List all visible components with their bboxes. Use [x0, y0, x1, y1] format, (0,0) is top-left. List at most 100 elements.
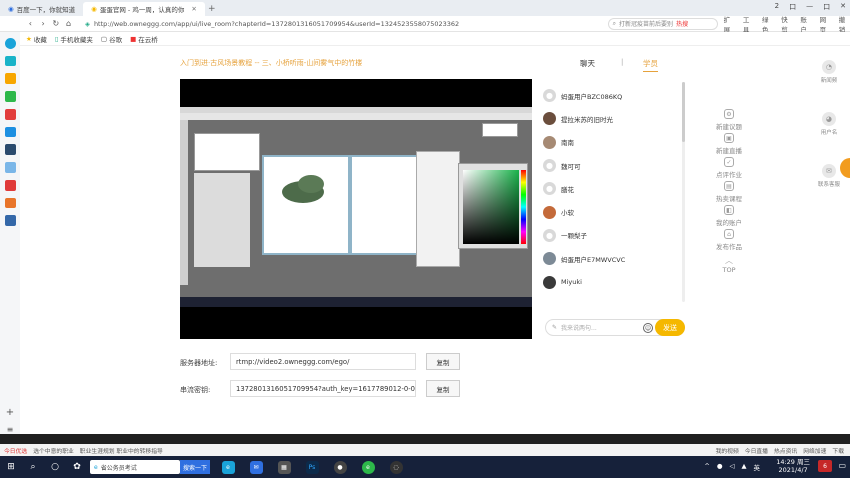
emoji-icon[interactable]: ☺: [643, 323, 653, 333]
search-icon[interactable]: ⌕: [22, 456, 44, 478]
sidebar-app-icon-6[interactable]: [4, 144, 16, 156]
undo-icon[interactable]: 撤销: [839, 14, 850, 34]
status-career-guide[interactable]: 职业生涯规划 职业中的转移指导: [80, 446, 163, 455]
pencil-icon: ✎: [552, 324, 558, 331]
green-icon[interactable]: 绿色: [762, 14, 773, 34]
menu-my-account[interactable]: ◧ 我的账户: [716, 204, 742, 228]
top-arrow-icon: ︿: [724, 255, 733, 265]
browser-logo-icon[interactable]: [4, 38, 16, 49]
menu-review-homework[interactable]: ✓ 点评作业: [716, 156, 742, 180]
cut-icon[interactable]: 快剪: [781, 14, 792, 34]
taskbar-search-input[interactable]: e 省公务员考试: [90, 460, 180, 474]
back-to-top-button[interactable]: ︿ TOP: [722, 252, 735, 276]
avatar: [543, 205, 556, 219]
status-net-accel[interactable]: 网络加速: [803, 446, 826, 455]
taskbar-browser[interactable]: e: [358, 457, 378, 477]
tree-drawing-2: [298, 175, 324, 193]
fan-icon[interactable]: ✿: [66, 456, 88, 478]
tray-network-icon[interactable]: ▲: [742, 462, 747, 472]
status-hot-news[interactable]: 热点资讯: [774, 446, 797, 455]
taskbar-edge[interactable]: e: [218, 457, 238, 477]
bookmark-cloud[interactable]: ■ 在云桥: [130, 34, 158, 44]
forward-icon[interactable]: ›: [37, 19, 50, 28]
list-item: ● 魏可可: [543, 154, 683, 177]
taskbar-media[interactable]: ●: [330, 457, 350, 477]
action-center-icon[interactable]: ▭: [838, 461, 846, 470]
send-button[interactable]: 发送: [655, 319, 685, 336]
tray-volume-icon[interactable]: ◁: [730, 462, 735, 472]
tab-owneggg[interactable]: ◉ 蛋蛋官网 - 鸡一周，认真的你 ✕: [83, 2, 205, 16]
sidebar-app-icon-10[interactable]: [4, 215, 16, 227]
tab-baidu[interactable]: ◉ 百度一下，你就知道: [0, 2, 83, 16]
browser-tab-bar: ◉ 百度一下，你就知道 ◉ 蛋蛋官网 - 鸡一周，认真的你 ✕ + 2 口 — …: [0, 0, 850, 16]
stream-key-field[interactable]: 1372801316051709954?auth_key=1617789012-…: [230, 380, 416, 397]
sidebar-app-icon-8[interactable]: [4, 179, 16, 191]
news-button[interactable]: ◔ 新闻频: [821, 60, 837, 84]
tab-count-icon[interactable]: 2: [775, 2, 779, 12]
student-list: ● 蚂蛋用户BZC086KQ 提拉米苏的旧时光 南南 ● 魏可可 ● 膳花 小软 ● 一…: [543, 84, 683, 294]
scrollbar-thumb[interactable]: [682, 82, 685, 142]
taskbar-search-button[interactable]: 搜索一下: [180, 460, 210, 474]
taskbar-photoshop[interactable]: Ps: [302, 457, 322, 477]
home-icon[interactable]: ⌂: [62, 19, 75, 28]
status-live-today[interactable]: 今日直播: [745, 446, 768, 455]
taskbar-clock[interactable]: 14:29 周三 2021/4/7: [776, 458, 810, 474]
status-my-video[interactable]: 我的视频: [716, 446, 739, 455]
sidebar-app-icon-2[interactable]: [4, 73, 16, 85]
start-button[interactable]: ⊞: [0, 456, 22, 478]
tab-chat[interactable]: 聊天: [580, 58, 595, 69]
bookmark-favorites[interactable]: ★ 收藏: [26, 34, 47, 44]
tools-icon[interactable]: 工具: [743, 14, 754, 34]
new-tab-button[interactable]: +: [205, 2, 219, 16]
restore-icon[interactable]: 口: [789, 2, 796, 12]
maximize-icon[interactable]: 口: [823, 2, 830, 12]
minimize-icon[interactable]: —: [806, 2, 813, 12]
sidebar-app-icon-3[interactable]: [4, 91, 16, 102]
taskbar-mail[interactable]: ✉: [246, 457, 266, 477]
grid-icon[interactable]: 网页: [820, 14, 831, 34]
account-icon[interactable]: 账户: [800, 14, 811, 34]
menu-icon[interactable]: ≡: [7, 425, 14, 434]
status-career[interactable]: 选个中意的职业: [33, 446, 74, 455]
tray-up-icon[interactable]: ^: [704, 462, 709, 472]
avatar: ●: [543, 182, 556, 196]
ps-canvas-right: [350, 155, 418, 255]
tab-students[interactable]: 学员: [643, 58, 658, 72]
window-controls: 2 口 — 口 ✕: [775, 2, 846, 12]
taskbar-store[interactable]: ▦: [274, 457, 294, 477]
close-window-icon[interactable]: ✕: [840, 2, 846, 12]
task-view-icon[interactable]: ○: [44, 456, 66, 478]
user-icon: ◕: [821, 112, 836, 126]
sidebar-app-icon-4[interactable]: [4, 108, 16, 120]
status-download[interactable]: 下载: [832, 446, 844, 455]
bookmark-google[interactable]: ▢ 谷歌: [101, 34, 122, 44]
notification-badge[interactable]: 6: [818, 460, 832, 472]
sidebar-app-icon-5[interactable]: [4, 126, 16, 138]
url-field[interactable]: ◈ http://web.owneggg.com/app/ui/live_roo…: [85, 18, 608, 30]
copy-address-button[interactable]: 复制: [426, 353, 460, 370]
menu-new-topic[interactable]: ⚙ 新建议题: [716, 108, 742, 132]
tray-ime-indicator[interactable]: 英: [754, 462, 761, 472]
add-sidebar-icon[interactable]: +: [6, 407, 14, 418]
list-item: ● 蚂蛋用户BZC086KQ: [543, 84, 683, 107]
taskbar-app[interactable]: ◌: [386, 457, 406, 477]
status-today-picks[interactable]: 今日优选: [4, 446, 27, 455]
tray-wechat-icon[interactable]: ●: [717, 462, 723, 472]
sidebar-app-icon-7[interactable]: [4, 162, 16, 173]
extension-icon[interactable]: 扩展: [724, 14, 735, 34]
copy-key-button[interactable]: 复制: [426, 380, 460, 397]
bookmark-mobile[interactable]: ▯ 手机收藏夹: [55, 34, 93, 44]
sidebar-app-icon-1[interactable]: [4, 55, 16, 67]
browser-search-box[interactable]: ⌕ 打新冠疫苗前后要别 热搜: [607, 17, 718, 30]
tab-separator: |: [621, 58, 624, 66]
server-address-field[interactable]: rtmp://video2.owneggg.com/ego/: [230, 353, 416, 370]
menu-hot-courses[interactable]: ▤ 热卖课程: [716, 180, 742, 204]
user-button[interactable]: ◕ 用户名: [821, 112, 837, 136]
contact-service-button[interactable]: ✉ 联系客服: [818, 164, 840, 188]
menu-new-live[interactable]: ▣ 新建直播: [716, 132, 742, 156]
close-tab-icon[interactable]: ✕: [191, 5, 196, 13]
reload-icon[interactable]: ↻: [49, 19, 62, 28]
sidebar-app-icon-9[interactable]: [4, 197, 16, 209]
menu-publish-work[interactable]: ⌂ 发布作品: [716, 228, 742, 252]
back-icon[interactable]: ‹: [24, 19, 37, 28]
